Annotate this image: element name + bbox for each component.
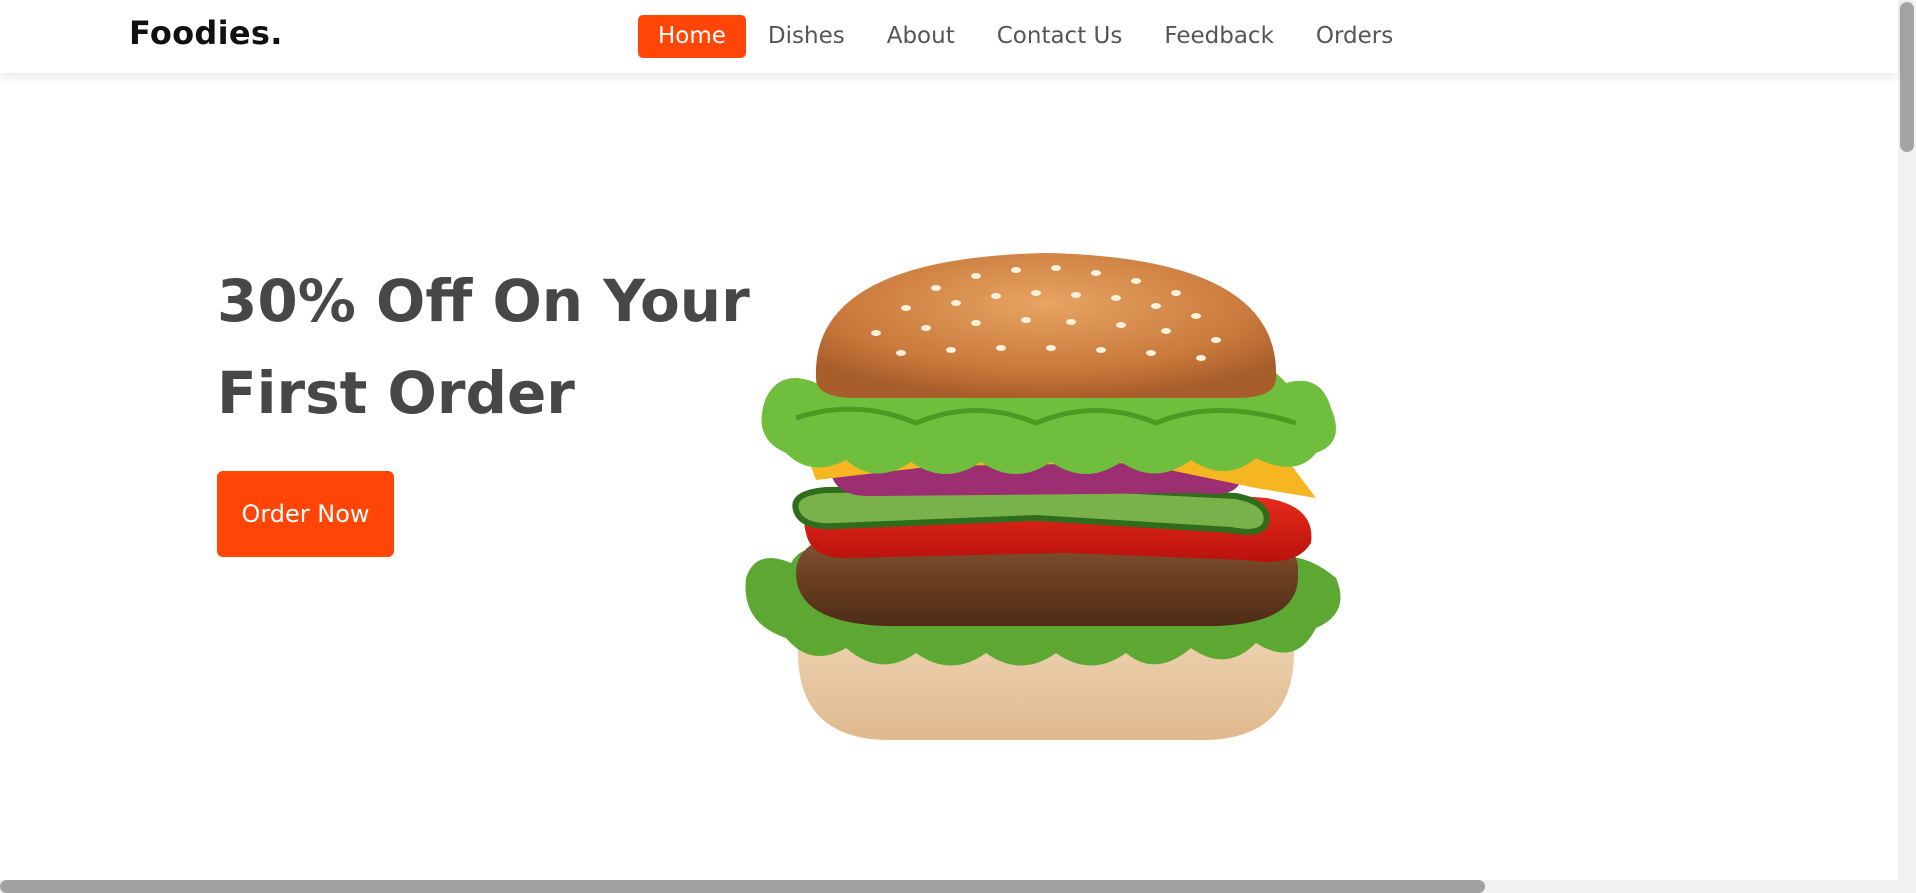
hero-title-line-1: 30% Off On Your <box>217 267 750 335</box>
nav-item-dishes[interactable]: Dishes <box>748 15 865 58</box>
hero-title-line-2: First Order <box>217 359 575 427</box>
top-bun <box>815 253 1277 398</box>
order-now-button[interactable]: Order Now <box>217 471 394 557</box>
hero-title: 30% Off On Your First Order <box>217 255 777 439</box>
nav-item-home[interactable]: Home <box>638 15 746 58</box>
horizontal-scrollbar-thumb[interactable] <box>0 880 1485 893</box>
nav-item-orders[interactable]: Orders <box>1296 15 1413 58</box>
vertical-scrollbar[interactable] <box>1898 0 1916 893</box>
nav-item-about[interactable]: About <box>867 15 975 58</box>
burger-image <box>745 253 1341 740</box>
brand-logo[interactable]: Foodies. <box>129 14 283 52</box>
horizontal-scrollbar[interactable] <box>0 880 1898 893</box>
nav-item-contact-us[interactable]: Contact Us <box>977 15 1143 58</box>
vertical-scrollbar-thumb[interactable] <box>1900 2 1914 152</box>
nav-item-feedback[interactable]: Feedback <box>1144 15 1294 58</box>
nav-links: Home Dishes About Contact Us Feedback Or… <box>638 15 1415 58</box>
navbar: Foodies. Home Dishes About Contact Us Fe… <box>0 0 1898 73</box>
